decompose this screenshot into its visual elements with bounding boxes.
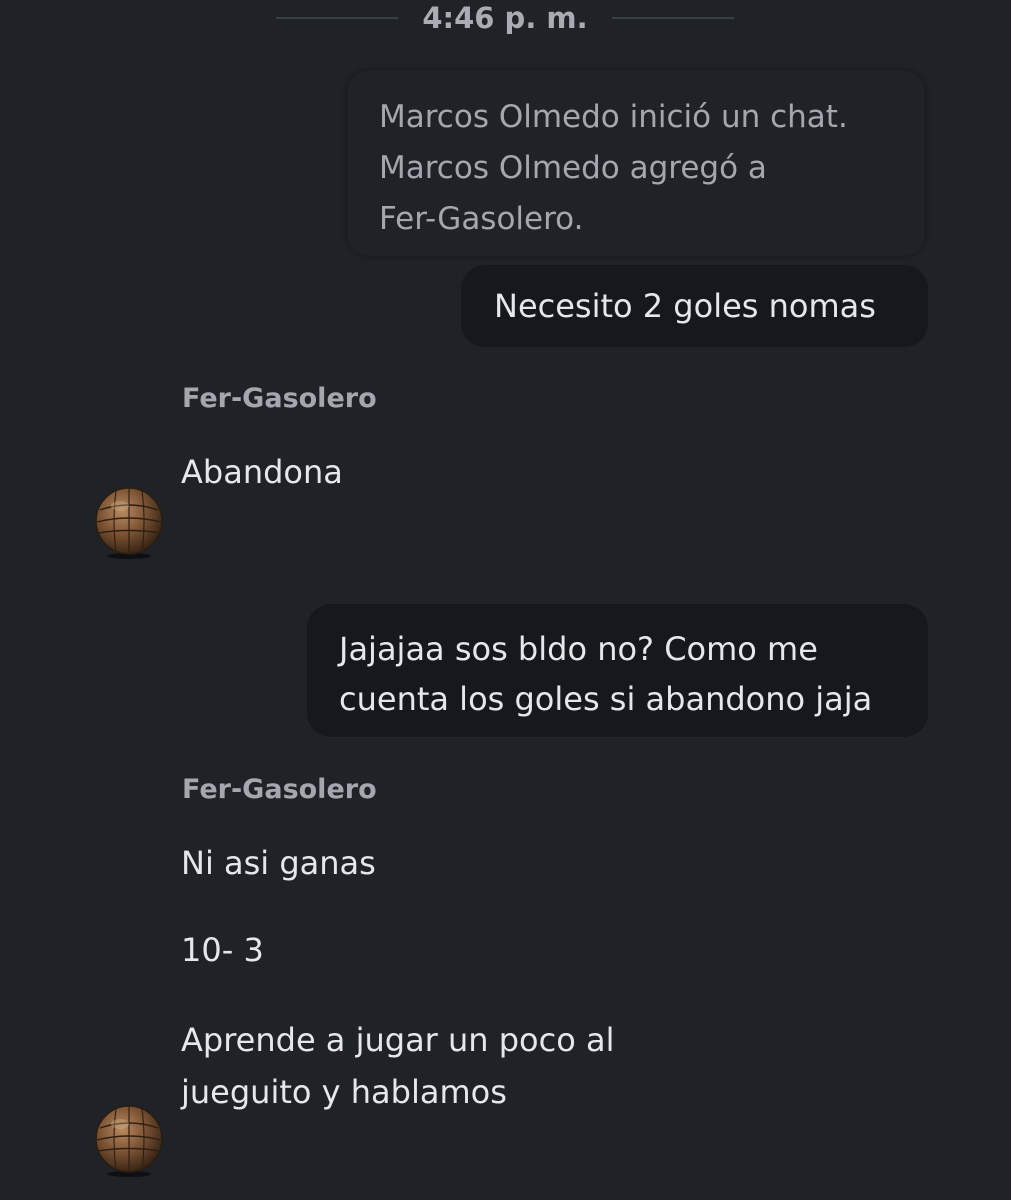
incoming-message[interactable]: Ni asi ganas	[181, 837, 376, 889]
message-text: Jajajaa sos bldo no? Como me	[339, 630, 818, 668]
message-text: cuenta los goles si abandono jaja	[339, 680, 873, 718]
leather-football-icon	[95, 487, 163, 559]
outgoing-message[interactable]: Necesito 2 goles nomas	[461, 265, 928, 347]
time-divider: 4:46 p. m.	[422, 1, 588, 35]
divider-line-left	[276, 17, 398, 19]
avatar[interactable]	[92, 486, 166, 560]
message-text: 10- 3	[181, 931, 264, 969]
system-message-line: Fer-Gasolero.	[379, 201, 584, 237]
leather-football-icon	[95, 1105, 163, 1177]
avatar[interactable]	[92, 1104, 166, 1178]
message-text: Aprende a jugar un poco al	[181, 1021, 615, 1059]
system-message-line: Marcos Olmedo agregó a	[379, 150, 767, 186]
incoming-message[interactable]: 10- 3	[181, 924, 264, 976]
divider-line-right	[612, 17, 734, 19]
message-text: Ni asi ganas	[181, 844, 376, 882]
message-text: jueguito y hablamos	[181, 1073, 507, 1111]
message-text: Necesito 2 goles nomas	[494, 287, 876, 325]
chat-screen: 4:46 p. m. Marcos Olmedo inició un chat.…	[0, 0, 1011, 1200]
system-message: Marcos Olmedo inició un chat. Marcos Olm…	[347, 70, 925, 256]
outgoing-message[interactable]: Jajajaa sos bldo no? Como me cuenta los …	[307, 604, 928, 737]
system-message-line: Marcos Olmedo inició un chat.	[379, 99, 848, 135]
incoming-message[interactable]: Aprende a jugar un poco al jueguito y ha…	[181, 1014, 614, 1118]
message-text: Abandona	[181, 453, 343, 491]
sender-name: Fer-Gasolero	[182, 383, 377, 414]
sender-name: Fer-Gasolero	[182, 774, 377, 805]
incoming-message[interactable]: Abandona	[181, 446, 343, 498]
